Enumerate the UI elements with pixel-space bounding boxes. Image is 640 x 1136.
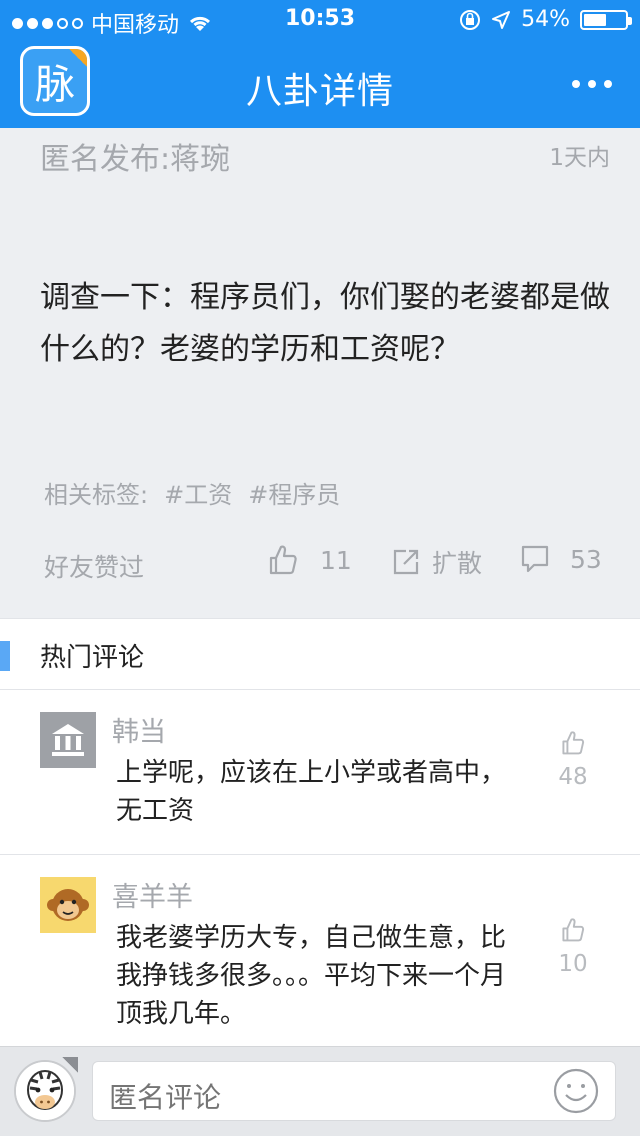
comment-like-count: 48: [558, 764, 588, 790]
tag-link[interactable]: #工资: [164, 475, 232, 510]
share-button[interactable]: 扩散: [392, 544, 482, 580]
post-author: 匿名发布:蒋琬: [40, 142, 231, 177]
hot-comments-title: 热门评论: [40, 643, 145, 673]
comment-button[interactable]: 53: [520, 544, 602, 574]
comment-count: 53: [570, 544, 602, 574]
comment-item[interactable]: 韩当 上学呢，应该在上小学或者高中，无工资 48: [0, 690, 640, 855]
post-card: 匿名发布:蒋琬 1天内 调查一下：程序员们，你们娶的老婆都是做什么的？老婆的学历…: [0, 128, 640, 618]
more-options-button[interactable]: [572, 72, 612, 96]
avatar-switch-indicator: [62, 1057, 78, 1073]
comment-text: 我老婆学历大专，自己做生意，比我挣钱多很多。。。平均下来一个月顶我几年。: [116, 923, 507, 1029]
smiley-icon[interactable]: [552, 1067, 600, 1115]
share-icon: [393, 549, 419, 575]
thumbs-up-icon: [562, 731, 585, 755]
status-right: 54%: [459, 7, 632, 32]
bank-icon[interactable]: [40, 712, 96, 768]
comment-text: 上学呢，应该在上小学或者高中，无工资: [116, 758, 507, 826]
comment-input[interactable]: [92, 1061, 616, 1121]
comment-like-button[interactable]: 48: [556, 730, 590, 790]
rotation-lock-icon: [460, 9, 481, 30]
page-title: 八卦详情: [245, 71, 394, 112]
commenter-name[interactable]: 喜羊羊: [112, 875, 193, 914]
hot-comments-header: 热门评论: [0, 618, 640, 690]
top-bar: 中国移动 10:53 54% 脉 八卦详情: [0, 0, 640, 128]
friends-liked-label[interactable]: 好友赞过: [44, 548, 144, 584]
comment-composer: [0, 1046, 640, 1136]
section-accent-bar: [0, 641, 10, 671]
comment-like-button[interactable]: 10: [556, 917, 590, 977]
battery-icon: [580, 9, 632, 30]
comment-item[interactable]: 喜羊羊 我老婆学历大专，自己做生意，比我挣钱多很多。。。平均下来一个月顶我几年。…: [0, 855, 640, 1046]
comment-bubble-icon: [521, 545, 549, 573]
location-arrow-icon: [492, 10, 511, 29]
post-tags: 相关标签: #工资 #程序员: [44, 475, 340, 510]
comment-like-count: 10: [558, 951, 588, 977]
monkey-avatar[interactable]: [40, 877, 96, 933]
post-age: 1天内: [549, 145, 610, 171]
post-content: 调查一下：程序员们，你们娶的老婆都是做什么的？老婆的学历和工资呢？: [40, 280, 610, 367]
post-actions: 好友赞过 11 扩散 53: [0, 542, 640, 586]
commenter-name[interactable]: 韩当: [112, 710, 166, 749]
tags-label: 相关标签:: [44, 481, 149, 509]
thumbs-up-icon: [562, 918, 585, 942]
battery-percent: 54%: [521, 7, 570, 32]
like-count: 11: [320, 545, 352, 575]
status-bar: 中国移动 10:53 54%: [0, 0, 640, 40]
share-label: 扩散: [432, 549, 483, 578]
thumbs-up-icon: [269, 545, 297, 575]
like-button[interactable]: 11: [268, 544, 352, 576]
tag-link[interactable]: #程序员: [248, 475, 340, 510]
